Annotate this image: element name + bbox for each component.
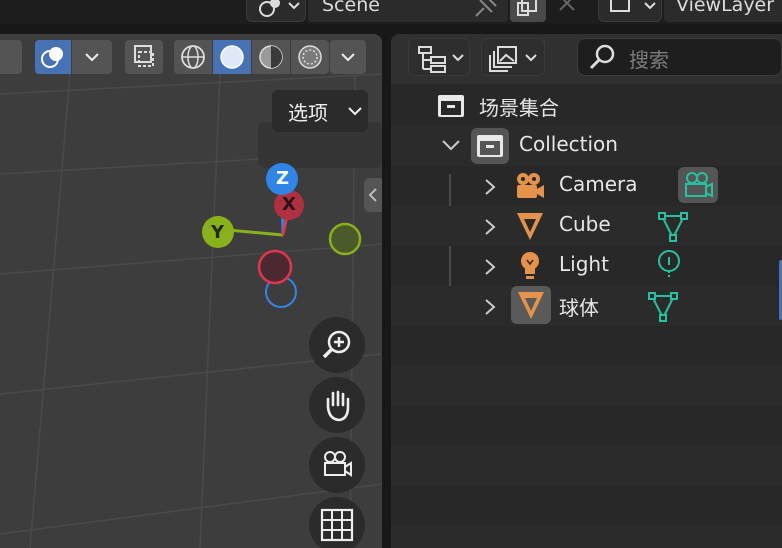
scene-name: Scene — [322, 0, 380, 16]
copy-icon — [517, 0, 537, 16]
item-label: Camera — [559, 172, 638, 196]
xray-icon — [134, 45, 154, 67]
shading-wireframe-button[interactable] — [174, 40, 212, 74]
view-layer-name: ViewLayer — [676, 0, 775, 16]
top-header: Scene ViewLayer — [0, 0, 782, 24]
chevron-right-icon[interactable] — [483, 298, 497, 316]
outliner-item-cube[interactable]: Cube — [391, 206, 782, 246]
mesh-object-icon — [518, 292, 544, 319]
options-dropdown[interactable]: 选项 — [272, 90, 368, 132]
solid-sphere-icon — [220, 45, 244, 69]
outliner-item-camera[interactable]: Camera — [391, 166, 782, 206]
overlays-toggle[interactable] — [35, 40, 71, 74]
chevron-down-icon[interactable] — [441, 138, 461, 154]
item-label: 球体 — [559, 296, 599, 320]
shading-rendered-button[interactable] — [291, 40, 329, 74]
camera-object-icon — [517, 173, 544, 198]
outliner-tree-icon — [418, 46, 464, 73]
camera-view-button[interactable] — [309, 437, 365, 493]
outliner-panel: 搜索 场景集合 Collection Camera Cube Light 球体 — [391, 34, 782, 548]
search-icon — [589, 44, 615, 70]
collection-row[interactable]: Collection — [391, 126, 782, 166]
camera-view-icon — [324, 451, 352, 477]
filter-button[interactable] — [481, 38, 545, 76]
empty-row — [391, 366, 782, 406]
chevron-right-icon[interactable] — [483, 258, 497, 276]
xray-toggle[interactable] — [125, 40, 163, 74]
image-layers-icon — [610, 0, 656, 12]
rendered-sphere-icon — [298, 45, 322, 69]
pan-button[interactable] — [309, 377, 365, 433]
new-scene-button[interactable] — [510, 0, 546, 22]
chevron-down-icon — [85, 53, 99, 62]
wireframe-sphere-icon — [181, 45, 205, 69]
view-layer-browse-button[interactable] — [598, 0, 662, 22]
light-data-icon[interactable] — [655, 249, 683, 281]
mesh-object-icon — [517, 213, 543, 240]
collection-icon-box — [471, 128, 509, 164]
light-object-icon — [521, 252, 539, 279]
gizmo-y-label: Y — [211, 222, 225, 243]
display-mode-button[interactable] — [408, 38, 470, 76]
mode-dropdown-button[interactable] — [0, 40, 22, 74]
outliner-item-sphere[interactable]: 球体 — [391, 286, 782, 326]
gizmo-z-label: Z — [276, 168, 290, 189]
shading-material-button[interactable] — [252, 40, 290, 74]
chevron-right-icon[interactable] — [483, 178, 497, 196]
chevron-down-icon — [348, 107, 362, 116]
empty-row — [391, 526, 782, 548]
image-layers-icon — [489, 46, 537, 72]
overlay-icon — [41, 47, 63, 68]
empty-row — [391, 446, 782, 486]
scene-collection-row[interactable]: 场景集合 — [391, 86, 782, 126]
close-icon[interactable] — [556, 0, 580, 18]
zoom-icon — [322, 330, 351, 359]
ortho-toggle-button[interactable] — [309, 497, 365, 548]
3d-viewport[interactable]: 选项 Z X Y — [0, 34, 382, 548]
mesh-data-icon[interactable] — [647, 290, 679, 322]
outliner-item-light[interactable]: Light — [391, 246, 782, 286]
mesh-data-icon[interactable] — [657, 210, 689, 242]
zoom-button[interactable] — [309, 317, 365, 373]
scene-icon — [259, 0, 300, 17]
item-label: Light — [559, 252, 609, 276]
shading-solid-button[interactable] — [213, 40, 251, 74]
options-label: 选项 — [288, 100, 328, 125]
area-divider[interactable] — [383, 34, 391, 548]
search-placeholder: 搜索 — [629, 48, 669, 72]
scene-collection-label: 场景集合 — [479, 96, 559, 120]
camera-data-icon — [685, 172, 713, 198]
scene-browse-button[interactable] — [246, 0, 306, 22]
material-sphere-icon — [259, 45, 283, 69]
camera-data-button[interactable] — [678, 167, 718, 203]
shading-dropdown[interactable] — [330, 40, 366, 74]
scene-collection-icon — [438, 95, 464, 117]
chevron-right-icon[interactable] — [483, 218, 497, 236]
active-object-highlight — [511, 286, 551, 324]
collection-icon — [477, 135, 503, 157]
chevron-down-icon — [341, 53, 355, 62]
hand-pan-icon — [326, 390, 350, 422]
collection-label: Collection — [519, 132, 618, 156]
grid-ortho-icon — [320, 508, 354, 542]
overlays-dropdown[interactable] — [72, 40, 112, 74]
item-label: Cube — [559, 212, 611, 236]
gizmo-x-label: X — [282, 194, 296, 215]
pin-icon[interactable] — [470, 0, 500, 20]
